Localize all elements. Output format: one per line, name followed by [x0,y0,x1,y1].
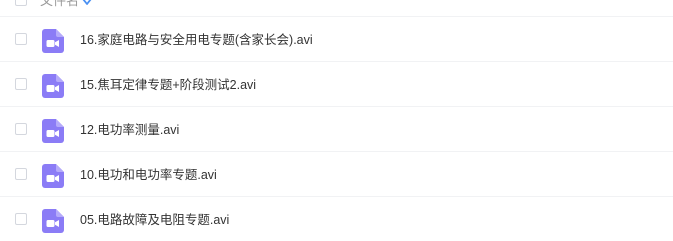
file-list-header: 文件名 [0,0,673,17]
name-column-header[interactable]: 文件名 [40,0,79,8]
file-name[interactable]: 10.电功和电功率专题.avi [80,167,217,183]
file-row[interactable]: 15.焦耳定律专题+阶段测试2.avi [0,62,673,107]
file-name[interactable]: 05.电路故障及电阻专题.avi [80,212,229,228]
row-checkbox[interactable] [15,78,27,90]
video-file-icon [42,29,64,53]
file-rows: 16.家庭电路与安全用电专题(含家长会).avi 15.焦耳定律专题+阶段测试2… [0,17,673,241]
file-list: 文件名 16.家庭电路与安全用电专题(含家长会).avi 15.焦耳定律专题+阶… [0,0,673,241]
video-file-icon [42,209,64,233]
file-row[interactable]: 12.电功率测量.avi [0,107,673,152]
file-name[interactable]: 16.家庭电路与安全用电专题(含家长会).avi [80,32,313,48]
row-checkbox[interactable] [15,33,27,45]
file-row[interactable]: 05.电路故障及电阻专题.avi [0,197,673,241]
file-name[interactable]: 12.电功率测量.avi [80,122,179,138]
file-row[interactable]: 16.家庭电路与安全用电专题(含家长会).avi [0,17,673,62]
row-checkbox[interactable] [15,123,27,135]
video-file-icon [42,74,64,98]
sort-desc-icon[interactable] [82,0,92,6]
video-file-icon [42,119,64,143]
select-all-checkbox[interactable] [15,0,27,6]
video-file-icon [42,164,64,188]
file-name[interactable]: 15.焦耳定律专题+阶段测试2.avi [80,77,256,93]
row-checkbox[interactable] [15,168,27,180]
file-row[interactable]: 10.电功和电功率专题.avi [0,152,673,197]
row-checkbox[interactable] [15,213,27,225]
